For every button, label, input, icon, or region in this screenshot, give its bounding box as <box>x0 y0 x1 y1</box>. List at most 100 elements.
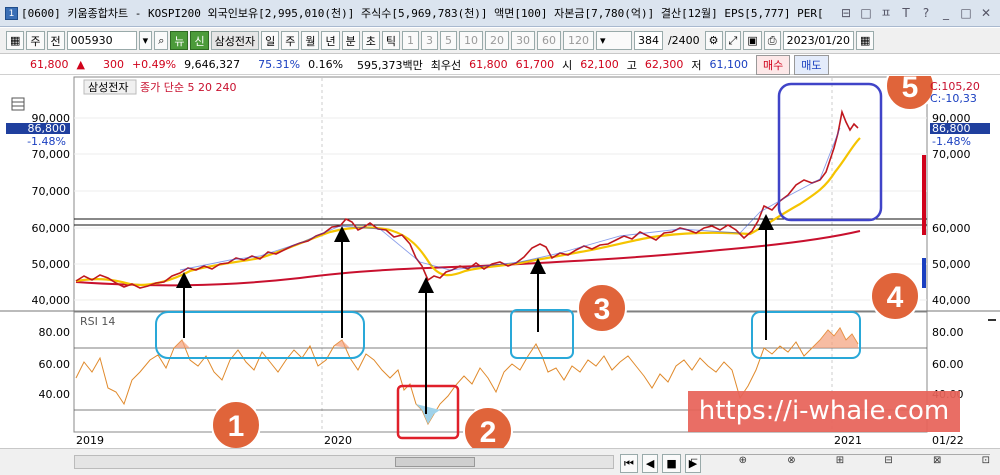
close-icon[interactable]: ✕ <box>978 5 994 21</box>
tool-4-icon[interactable]: ⊞ <box>836 455 844 470</box>
annotation-circle-2: 2 <box>463 406 513 448</box>
tool-3-icon[interactable]: ⊗ <box>787 455 795 470</box>
stock-code-input[interactable]: 005930 <box>66 31 137 50</box>
quote-bar: 61,800 ▲ 300 +0.49% 9,646,327 75.31% 0.1… <box>0 54 1000 75</box>
period-minute[interactable]: 분 <box>341 31 360 50</box>
window-tile-icon[interactable]: ⊟ <box>838 5 854 21</box>
change-arrow-icon: ▲ <box>76 58 85 71</box>
tool-icon[interactable]: ⚙ <box>704 31 723 50</box>
x-label-2021: 2021 <box>834 434 862 447</box>
window-restore-icon[interactable]: □ <box>858 5 874 21</box>
period-day[interactable]: 일 <box>261 31 280 50</box>
pin-icon[interactable]: ㅍ <box>878 5 894 21</box>
bottom-tools: ⌐ ⊕ ⊗ ⊞ ⊟ ⊠ ⊡ <box>690 454 990 470</box>
price-panel-stock: 삼성전자 <box>88 81 128 94</box>
credit-button[interactable]: 신 <box>190 31 209 50</box>
minute-1[interactable]: 1 <box>401 31 419 50</box>
print-icon[interactable]: ⎙ <box>763 31 781 50</box>
bid-price: 61,700 <box>515 58 555 71</box>
stop-icon[interactable]: ■ <box>662 454 681 473</box>
volume: 9,646,327 <box>184 58 241 71</box>
annotation-label-1: 1 <box>228 410 245 443</box>
y-tick-right: 60,000 <box>932 222 971 235</box>
stock-name: 삼성전자 <box>210 31 260 50</box>
menu-icon[interactable]: ▦ <box>6 31 25 50</box>
volume-bar-red <box>922 155 926 235</box>
current-price: 61,800 <box>30 58 69 71</box>
y-tick: 50,000 <box>32 258 71 271</box>
tool-5-icon[interactable]: ⊟ <box>884 455 892 470</box>
ask-price: 61,800 <box>469 58 508 71</box>
period-month[interactable]: 월 <box>301 31 320 50</box>
sell-button[interactable]: 매도 <box>794 54 829 75</box>
horizontal-scrollbar[interactable] <box>74 455 614 469</box>
window-number-icon: 1 <box>5 6 18 20</box>
period-dropdown[interactable]: ▾ <box>595 31 632 50</box>
annotation-circle-1: 1 <box>211 400 261 448</box>
low-price: 61,100 <box>709 58 749 71</box>
period-week[interactable]: 주 <box>281 31 300 50</box>
scroll-thumb[interactable] <box>395 457 475 467</box>
news-button[interactable]: 뉴 <box>170 31 189 50</box>
y-tick: 70,000 <box>32 148 71 161</box>
y-tick: 40,000 <box>32 294 71 307</box>
tool-2-icon[interactable]: ⊕ <box>739 455 747 470</box>
count-input[interactable]: 384 <box>633 31 663 50</box>
minute-3[interactable]: 3 <box>420 31 438 50</box>
minute-20[interactable]: 20 <box>484 31 509 50</box>
window-title: [0600] 키움종합차트 - KOSPI200 외국인보유[2,995,010… <box>21 7 824 20</box>
first-icon[interactable]: ⏮ <box>620 454 638 473</box>
text-icon[interactable]: T <box>898 5 914 21</box>
rsi-y-tick: 40.00 <box>39 388 71 401</box>
rsi-y-tick-right: 80.00 <box>932 326 964 339</box>
price-panel-legend: 종가 단순 5 20 240 <box>140 81 236 94</box>
buy-button[interactable]: 매수 <box>756 54 791 75</box>
badge-pct-right: -1.48% <box>932 135 971 148</box>
minute-60[interactable]: 60 <box>536 31 561 50</box>
badge-price-right: 86,800 <box>932 122 971 135</box>
date-input[interactable]: 2023/01/20 <box>782 31 854 50</box>
count-total: /2400 <box>667 34 700 47</box>
zoom-icon[interactable]: ⤢ <box>724 31 742 50</box>
save-icon[interactable]: ▣ <box>743 31 762 50</box>
minimize-icon[interactable]: _ <box>938 5 954 21</box>
y-tick-right: 70,000 <box>932 148 971 161</box>
chart-toolbar: ▦ 주 전 005930 ▾ ⌕ 뉴 신 삼성전자 일 주 월 년 분 초 틱 … <box>0 28 1000 54</box>
rsi-label: RSI 14 <box>80 315 115 328</box>
right-top-2: C:-10,33 <box>930 92 977 105</box>
period-second[interactable]: 초 <box>361 31 380 50</box>
period-tick[interactable]: 틱 <box>381 31 400 50</box>
tool-7-icon[interactable]: ⊡ <box>982 455 990 470</box>
search-icon[interactable]: ⌕ <box>154 31 169 50</box>
minute-30[interactable]: 30 <box>510 31 535 50</box>
prev-icon[interactable]: ◀ <box>641 454 659 473</box>
minute-5[interactable]: 5 <box>439 31 457 50</box>
maximize-icon[interactable]: □ <box>958 5 974 21</box>
rsi-y-tick: 60.00 <box>39 358 71 371</box>
minute-120[interactable]: 120 <box>562 31 594 50</box>
rsi-y-tick-right: 60.00 <box>932 358 964 371</box>
x-label-2019: 2019 <box>76 434 104 447</box>
best-ask-label: 최우선 <box>430 58 462 72</box>
help-icon[interactable]: ? <box>918 5 934 21</box>
annotation-label-2: 2 <box>480 416 497 448</box>
change-value: 300 <box>102 58 124 71</box>
minute-10[interactable]: 10 <box>458 31 483 50</box>
period-year[interactable]: 년 <box>321 31 340 50</box>
annotation-label-4: 4 <box>887 281 904 314</box>
tool-6-icon[interactable]: ⊠ <box>933 455 941 470</box>
high-price: 62,300 <box>644 58 684 71</box>
x-label-right: 01/22 <box>932 434 964 447</box>
change-percent: +0.49% <box>131 58 177 71</box>
rsi-y-tick: 80.00 <box>39 326 71 339</box>
annotation-label-3: 3 <box>594 293 611 326</box>
annotation-circle-4: 4 <box>870 271 920 321</box>
tool-1-icon[interactable]: ⌐ <box>690 455 698 470</box>
title-bar: 1 [0600] 키움종합차트 - KOSPI200 외국인보유[2,995,0… <box>0 0 1000 27</box>
code-dropdown-icon[interactable]: ▾ <box>138 31 153 50</box>
open-label: 시 <box>562 58 573 72</box>
calendar-icon[interactable]: ▦ <box>855 31 875 50</box>
mode-select[interactable]: 주 <box>26 31 45 50</box>
type-select[interactable]: 전 <box>46 31 65 50</box>
y-tick: 60,000 <box>32 222 71 235</box>
